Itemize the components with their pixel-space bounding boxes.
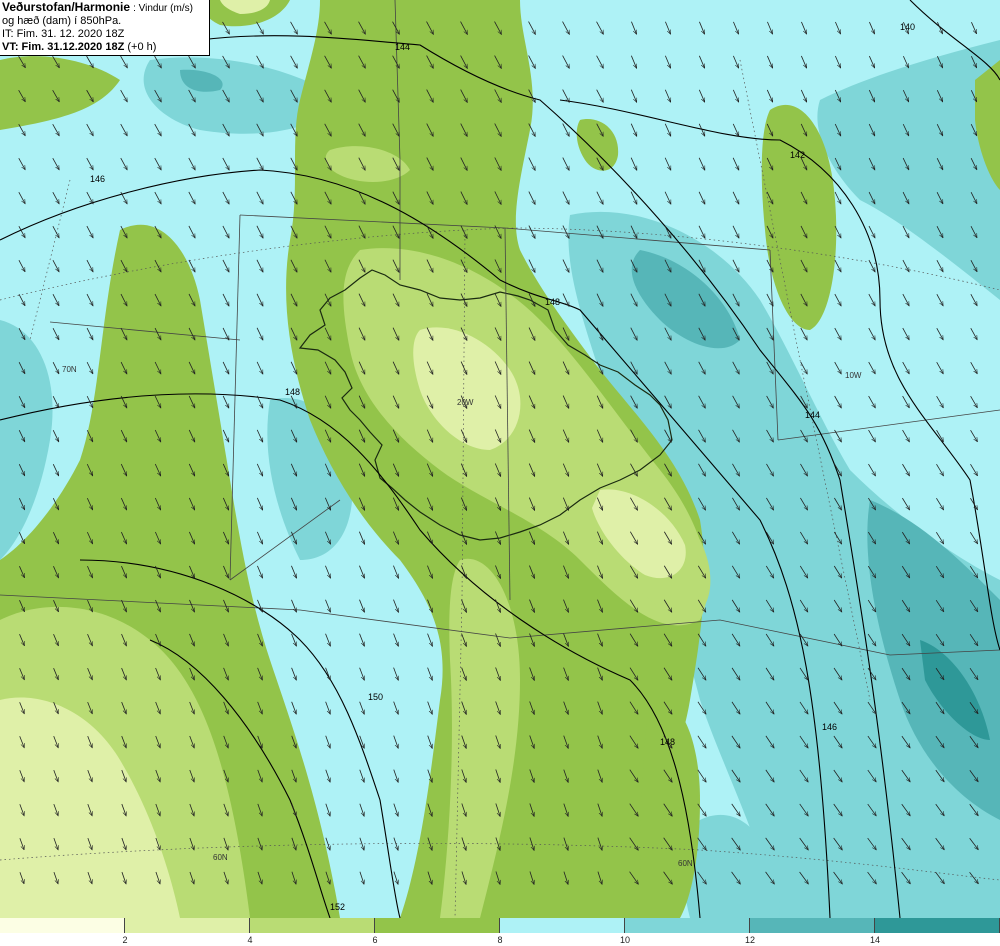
legend-band-12-14 bbox=[750, 918, 875, 933]
color-legend: 2 4 6 8 10 12 14 bbox=[0, 918, 1000, 946]
legend-tick-12: 12 bbox=[744, 935, 756, 945]
legend-tick-8: 8 bbox=[497, 935, 503, 945]
contour-label-148c: 148 bbox=[660, 737, 675, 747]
map-stage: 140 142 144 144 146 146 148 148 148 150 … bbox=[0, 0, 1000, 946]
legend-band-0-2 bbox=[0, 918, 125, 933]
header-source: Veðurstofan/Harmonie bbox=[2, 0, 131, 14]
legend-band-14plus bbox=[875, 918, 1000, 933]
contour-label-148a: 148 bbox=[285, 387, 300, 397]
contour-label-150: 150 bbox=[368, 692, 383, 702]
contour-label-146a: 146 bbox=[90, 174, 105, 184]
legend-band-8-10 bbox=[500, 918, 625, 933]
wind-map[interactable]: 140 142 144 144 146 146 148 148 148 150 … bbox=[0, 0, 1000, 918]
header-line-4: VT: Fim. 31.12.2020 18Z (+0 h) bbox=[2, 41, 209, 54]
contour-label-144a: 144 bbox=[395, 42, 410, 52]
legend-band-6-8 bbox=[375, 918, 500, 933]
contour-label-152: 152 bbox=[330, 902, 345, 912]
header-valid-time: VT: Fim. 31.12.2020 18Z bbox=[2, 41, 125, 53]
graticule-label-60n-a: 60N bbox=[213, 853, 228, 862]
legend-tick-4: 4 bbox=[247, 935, 253, 945]
graticule-label-70n: 70N bbox=[62, 365, 77, 374]
header-panel: Veðurstofan/Harmonie : Vindur (m/s) og h… bbox=[0, 0, 210, 56]
legend-tick-10: 10 bbox=[619, 935, 631, 945]
graticule-label-60n-b: 60N bbox=[678, 859, 693, 868]
header-variable: Vindur (m/s) bbox=[138, 3, 193, 14]
contour-label-146b: 146 bbox=[822, 722, 837, 732]
header-line-2: og hæð (dam) í 850hPa. bbox=[2, 15, 122, 27]
contour-label-148b: 148 bbox=[545, 297, 560, 307]
legend-tick-2: 2 bbox=[122, 935, 128, 945]
header-lead: (+0 h) bbox=[127, 41, 157, 53]
legend-band-4-6 bbox=[250, 918, 375, 933]
contour-label-144b: 144 bbox=[805, 410, 820, 420]
legend-band-10-12 bbox=[625, 918, 750, 933]
legend-band-2-4 bbox=[125, 918, 250, 933]
graticule-label-10w: 10W bbox=[845, 371, 862, 380]
header-init-time: IT: Fim. 31. 12. 2020 18Z bbox=[2, 28, 125, 40]
legend-tick-6: 6 bbox=[372, 935, 378, 945]
legend-tick-14: 14 bbox=[869, 935, 881, 945]
contour-label-142: 142 bbox=[790, 150, 805, 160]
header-line-1: Veðurstofan/Harmonie : Vindur (m/s) bbox=[2, 1, 209, 15]
